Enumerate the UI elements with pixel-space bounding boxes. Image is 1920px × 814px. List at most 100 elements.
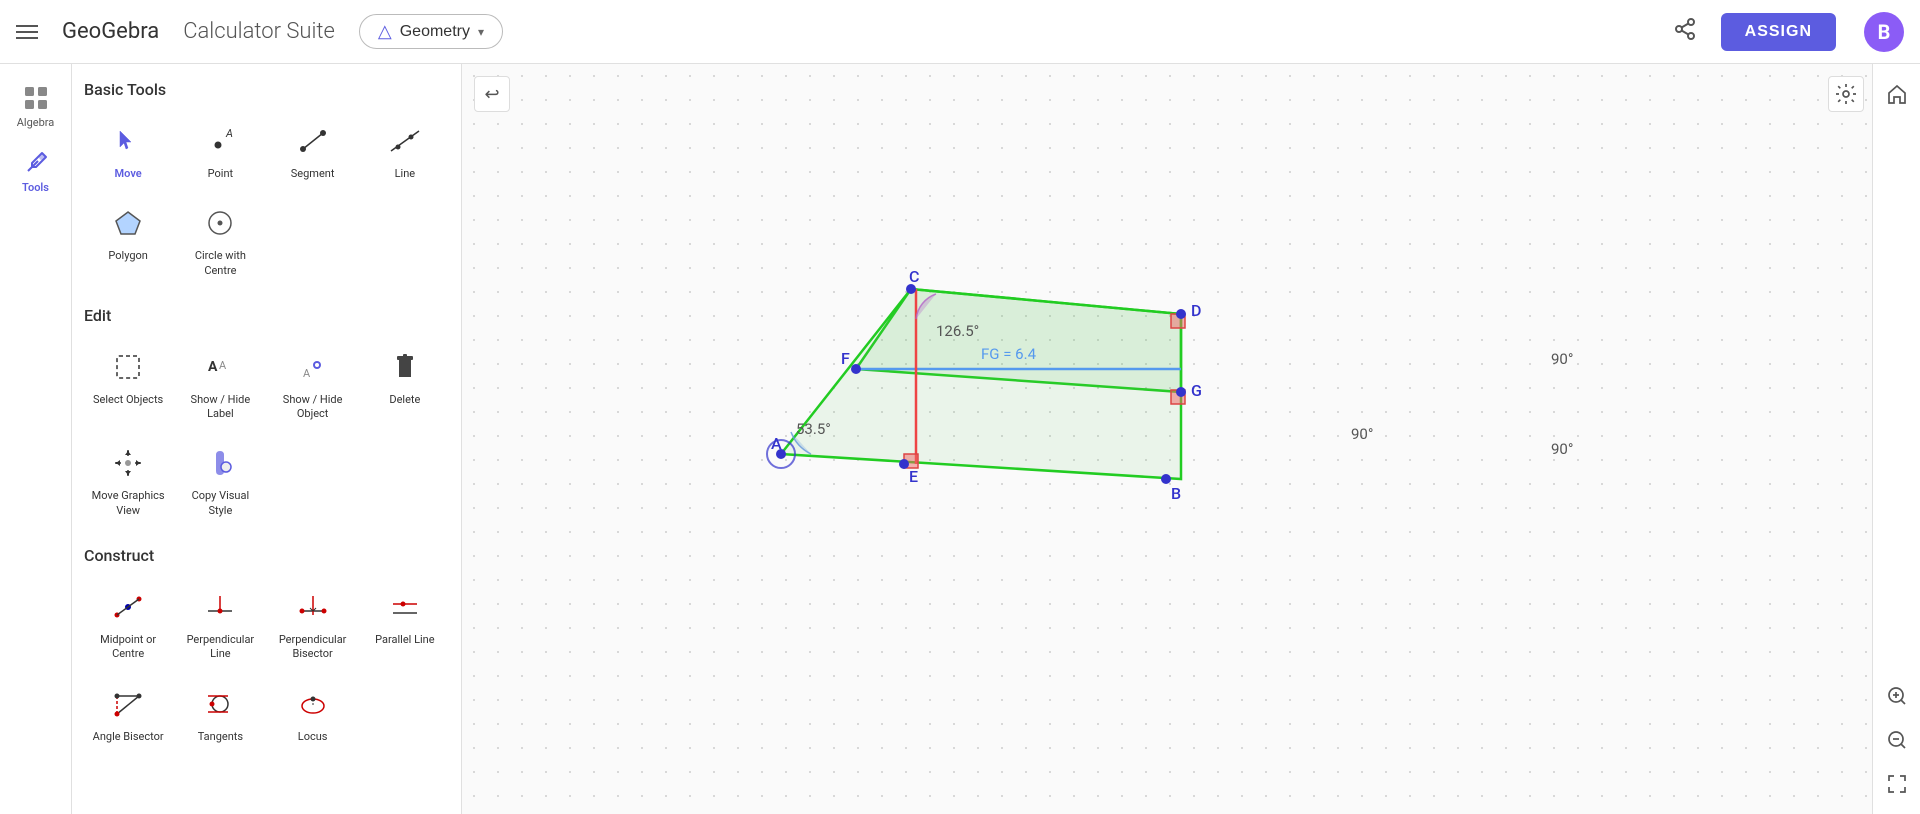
svg-text:A: A (771, 434, 782, 453)
svg-text:A: A (303, 367, 311, 380)
main-area: Algebra Tools Basic Tools Move (0, 64, 1920, 814)
angle-bisector-icon (106, 682, 150, 726)
tool-show-hide-label-label: Show / Hide Label (180, 393, 260, 422)
tool-delete-label: Delete (389, 393, 420, 407)
svg-text:G: G (1191, 381, 1202, 400)
svg-text:D: D (1191, 301, 1201, 320)
tool-angle-bisector[interactable]: Angle Bisector (84, 674, 172, 752)
geometry-selector[interactable]: △ Geometry ▾ (359, 14, 503, 49)
sidebar-algebra-label: Algebra (17, 116, 55, 129)
point-icon: A (198, 119, 242, 163)
tool-locus[interactable]: Locus (269, 674, 357, 752)
tool-locus-label: Locus (298, 730, 328, 744)
svg-text:A: A (219, 359, 227, 372)
tool-polygon[interactable]: Polygon (84, 193, 172, 286)
settings-button[interactable] (1828, 76, 1864, 112)
svg-text:A: A (208, 359, 218, 375)
geometry-label: Geometry (400, 23, 470, 41)
svg-text:F: F (841, 349, 850, 368)
tool-copy-style[interactable]: Copy Visual Style (176, 433, 264, 526)
tool-move-view-label: Move Graphics View (88, 489, 168, 518)
tool-copy-style-label: Copy Visual Style (180, 489, 260, 518)
assign-button[interactable]: ASSIGN (1721, 13, 1836, 51)
tool-move[interactable]: Move (84, 111, 172, 189)
construct-tools-grid: Midpoint or Centre Perpendicular Line (84, 577, 449, 752)
tools-panel: Basic Tools Move A Point (72, 64, 462, 814)
tool-midpoint[interactable]: Midpoint or Centre (84, 577, 172, 670)
select-icon (106, 345, 150, 389)
svg-text:FG = 6.4: FG = 6.4 (981, 345, 1037, 363)
segment-icon (291, 119, 335, 163)
svg-text:A: A (225, 127, 233, 140)
svg-text:B: B (1171, 484, 1181, 503)
move-icon (106, 119, 150, 163)
chevron-down-icon: ▾ (478, 25, 484, 39)
svg-text:126.5°: 126.5° (936, 322, 979, 340)
basic-tools-title: Basic Tools (84, 80, 449, 99)
zoom-in-button[interactable] (1879, 678, 1915, 714)
edit-tools-grid: Select Objects A A Show / Hide Label (84, 337, 449, 526)
tool-move-label: Move (115, 167, 142, 181)
tool-perp-line[interactable]: Perpendicular Line (176, 577, 264, 670)
tool-segment[interactable]: Segment (269, 111, 357, 189)
user-avatar[interactable]: B (1864, 12, 1904, 52)
perp-line-icon (198, 585, 242, 629)
header: GeoGebra Calculator Suite △ Geometry ▾ A… (0, 0, 1920, 64)
parallel-icon (383, 585, 427, 629)
tool-show-hide-label[interactable]: A A Show / Hide Label (176, 337, 264, 430)
edit-title: Edit (84, 306, 449, 325)
geometry-canvas[interactable]: A B C D E F G 126.5° 53.5° 90° 90° 90° F… (462, 64, 1920, 814)
svg-text:E: E (909, 467, 918, 486)
svg-text:53.5°: 53.5° (796, 420, 831, 438)
tool-perp-line-label: Perpendicular Line (180, 633, 260, 662)
copy-style-icon (198, 441, 242, 485)
show-hide-object-icon: A (291, 345, 335, 389)
right-toolbar (1872, 64, 1920, 814)
tool-point[interactable]: A Point (176, 111, 264, 189)
tool-line[interactable]: Line (361, 111, 449, 189)
tangents-icon (198, 682, 242, 726)
fullscreen-button[interactable] (1879, 766, 1915, 802)
line-icon (383, 119, 427, 163)
tool-circle[interactable]: Circle with Centre (176, 193, 264, 286)
share-icon[interactable] (1673, 17, 1697, 46)
app-title: Calculator Suite (183, 19, 335, 44)
tool-select-label: Select Objects (93, 393, 163, 407)
sidebar-item-algebra[interactable]: Algebra (6, 76, 66, 137)
tool-line-label: Line (395, 167, 416, 181)
tool-perp-bisector[interactable]: Perpendicular Bisector (269, 577, 357, 670)
tool-point-label: Point (208, 167, 234, 181)
tool-tangents[interactable]: Tangents (176, 674, 264, 752)
undo-button[interactable]: ↩ (474, 76, 510, 112)
zoom-out-button[interactable] (1879, 722, 1915, 758)
tool-delete[interactable]: Delete (361, 337, 449, 430)
settings-button-wrap (1828, 76, 1864, 112)
canvas-toolbar: ↩ (474, 76, 510, 112)
basic-tools-grid: Move A Point (84, 111, 449, 286)
svg-text:90°: 90° (1351, 425, 1373, 443)
svg-text:90°: 90° (1551, 350, 1573, 368)
locus-icon (291, 682, 335, 726)
canvas-area[interactable]: ↩ (462, 64, 1920, 814)
midpoint-icon (106, 585, 150, 629)
tool-select[interactable]: Select Objects (84, 337, 172, 430)
tool-show-hide-object-label: Show / Hide Object (273, 393, 353, 422)
circle-icon (198, 201, 242, 245)
sidebar-icons: Algebra Tools (0, 64, 72, 814)
tool-segment-label: Segment (291, 167, 335, 181)
perp-bisector-icon (291, 585, 335, 629)
tool-show-hide-object[interactable]: A Show / Hide Object (269, 337, 357, 430)
home-button[interactable] (1879, 76, 1915, 112)
tool-parallel[interactable]: Parallel Line (361, 577, 449, 670)
sidebar-item-tools[interactable]: Tools (6, 141, 66, 202)
tool-perp-bisector-label: Perpendicular Bisector (273, 633, 353, 662)
tool-move-view[interactable]: Move Graphics View (84, 433, 172, 526)
tool-angle-bisector-label: Angle Bisector (93, 730, 164, 744)
svg-text:C: C (909, 267, 919, 286)
geometry-icon: △ (378, 21, 392, 42)
tool-parallel-label: Parallel Line (375, 633, 434, 647)
tool-circle-label: Circle with Centre (180, 249, 260, 278)
delete-icon (383, 345, 427, 389)
svg-text:90°: 90° (1551, 440, 1573, 458)
hamburger-menu[interactable] (16, 25, 38, 39)
